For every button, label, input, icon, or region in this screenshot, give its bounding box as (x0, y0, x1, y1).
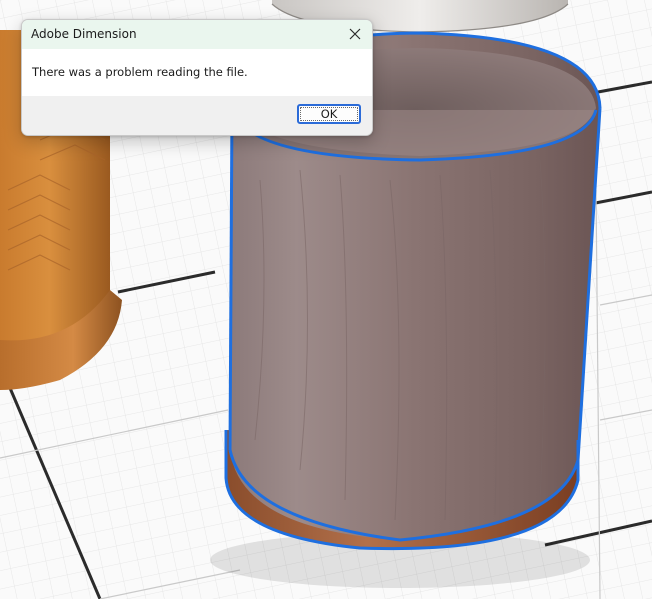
dialog-body: There was a problem reading the file. (22, 49, 372, 96)
dialog-titlebar[interactable]: Adobe Dimension (22, 20, 372, 49)
dialog-title: Adobe Dimension (31, 27, 137, 41)
dialog-footer: OK (22, 96, 372, 135)
dialog-message: There was a problem reading the file. (32, 65, 248, 79)
error-dialog: Adobe Dimension There was a problem read… (21, 19, 373, 136)
ok-button-label: OK (320, 107, 338, 121)
close-icon (349, 28, 361, 40)
ok-button[interactable]: OK (297, 104, 361, 124)
close-button[interactable] (344, 24, 366, 44)
